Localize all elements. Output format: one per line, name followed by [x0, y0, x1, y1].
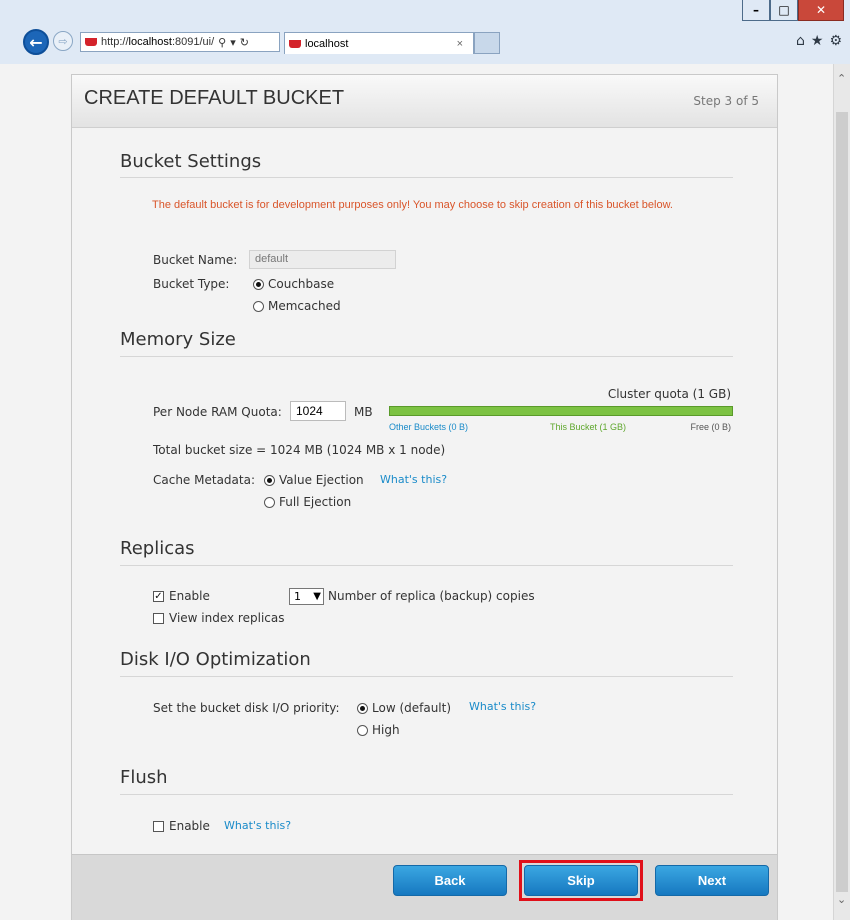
url-text[interactable]: http://localhost:8091/ui/ — [101, 36, 214, 48]
io-high-radio[interactable] — [357, 725, 368, 736]
browser-tools: ⌂ ★ ⚙ — [796, 33, 842, 49]
search-icon[interactable]: ⚲ — [218, 36, 226, 49]
scroll-down-icon[interactable]: ⌄ — [837, 893, 846, 906]
full-ejection-label[interactable]: Full Ejection — [279, 495, 351, 509]
disk-io-help-link[interactable]: What's this? — [469, 700, 536, 713]
couchbase-radio[interactable] — [253, 279, 264, 290]
dialog-header: CREATE DEFAULT BUCKET Step 3 of 5 — [72, 75, 777, 128]
value-ejection-label[interactable]: Value Ejection — [279, 473, 364, 487]
dialog-title: CREATE DEFAULT BUCKET — [84, 87, 345, 109]
full-ejection-radio[interactable] — [264, 497, 275, 508]
url-prefix: http:// — [101, 36, 129, 48]
minimize-button[interactable]: – — [742, 0, 770, 21]
ram-quota-label: Per Node RAM Quota: — [153, 405, 282, 419]
browser-chrome: – □ ✕ ← ⇨ http://localhost:8091/ui/ ⚲ ▾ … — [0, 0, 850, 64]
section-title-bucket-settings: Bucket Settings — [120, 151, 262, 172]
bucket-name-field[interactable]: default — [249, 250, 396, 269]
replicas-enable-label[interactable]: Enable — [169, 589, 210, 603]
memcached-radio[interactable] — [253, 301, 264, 312]
io-high-label[interactable]: High — [372, 723, 400, 737]
other-buckets-legend: Other Buckets (0 B) — [389, 422, 469, 432]
section-title-disk-io: Disk I/O Optimization — [120, 649, 311, 670]
this-bucket-legend: This Bucket (1 GB) — [550, 422, 627, 432]
back-button[interactable]: Back — [393, 865, 507, 896]
replica-count-select[interactable]: 1 ▼ — [289, 588, 324, 605]
chevron-down-icon[interactable]: ▾ — [230, 36, 236, 49]
section-divider — [120, 794, 733, 795]
memory-quota-bar — [389, 406, 733, 416]
favorites-icon[interactable]: ★ — [811, 33, 824, 49]
bucket-type-label: Bucket Type: — [153, 277, 230, 291]
back-arrow-icon: ← — [29, 32, 43, 52]
dialog-footer: Back Skip Next — [72, 854, 777, 920]
gear-icon[interactable]: ⚙ — [829, 33, 842, 49]
browser-tab[interactable]: localhost × — [284, 32, 474, 54]
url-host: localhost — [128, 36, 172, 48]
flush-help-link[interactable]: What's this? — [224, 819, 291, 832]
next-button[interactable]: Next — [655, 865, 769, 896]
view-index-replicas-label[interactable]: View index replicas — [169, 611, 284, 625]
refresh-icon[interactable]: ↻ — [240, 36, 249, 49]
step-indicator: Step 3 of 5 — [693, 94, 759, 108]
cache-metadata-help-link[interactable]: What's this? — [380, 473, 447, 486]
forward-button[interactable]: ⇨ — [53, 31, 73, 51]
default-bucket-warning: The default bucket is for development pu… — [152, 199, 673, 211]
chevron-down-icon: ▼ — [313, 591, 321, 602]
flush-enable-label[interactable]: Enable — [169, 819, 210, 833]
cluster-quota-label: Cluster quota (1 GB) — [607, 387, 731, 401]
disk-io-priority-label: Set the bucket disk I/O priority: — [153, 701, 340, 715]
maximize-button[interactable]: □ — [770, 0, 798, 21]
total-bucket-size: Total bucket size = 1024 MB (1024 MB x 1… — [153, 443, 446, 457]
free-memory-legend: Free (0 B) — [690, 422, 731, 432]
section-divider — [120, 356, 733, 357]
ram-unit-label: MB — [354, 405, 373, 419]
view-index-replicas-checkbox[interactable] — [153, 613, 164, 624]
page-viewport: CREATE DEFAULT BUCKET Step 3 of 5 Bucket… — [0, 64, 833, 920]
section-divider — [120, 676, 733, 677]
back-button[interactable]: ← — [23, 29, 49, 55]
scrollbar-thumb[interactable] — [836, 112, 848, 892]
tab-title: localhost — [305, 37, 349, 50]
value-ejection-radio[interactable] — [264, 475, 275, 486]
home-icon[interactable]: ⌂ — [796, 33, 805, 49]
replica-count-label: Number of replica (backup) copies — [328, 589, 535, 603]
couchbase-logo-icon — [85, 38, 97, 46]
section-title-replicas: Replicas — [120, 538, 195, 559]
ram-quota-input[interactable]: 1024 — [290, 401, 346, 421]
address-bar[interactable]: http://localhost:8091/ui/ ⚲ ▾ ↻ — [80, 32, 280, 52]
replicas-enable-checkbox[interactable]: ✓ — [153, 591, 164, 602]
window-controls: – □ ✕ — [742, 0, 844, 21]
memcached-radio-label[interactable]: Memcached — [268, 299, 341, 313]
url-path: :8091/ui/ — [171, 36, 215, 48]
scroll-up-icon[interactable]: ⌃ — [837, 72, 846, 85]
cache-metadata-label: Cache Metadata: — [153, 473, 255, 487]
new-tab-button[interactable] — [474, 32, 500, 54]
create-bucket-dialog: CREATE DEFAULT BUCKET Step 3 of 5 Bucket… — [71, 74, 778, 920]
io-low-label[interactable]: Low (default) — [372, 701, 451, 715]
section-title-flush: Flush — [120, 767, 168, 788]
flush-enable-checkbox[interactable] — [153, 821, 164, 832]
io-low-radio[interactable] — [357, 703, 368, 714]
couchbase-logo-icon — [289, 39, 301, 48]
bucket-name-label: Bucket Name: — [153, 253, 238, 267]
close-tab-icon[interactable]: × — [457, 38, 463, 50]
close-window-button[interactable]: ✕ — [798, 0, 844, 21]
skip-button[interactable]: Skip — [524, 865, 638, 896]
section-divider — [120, 565, 733, 566]
couchbase-radio-label[interactable]: Couchbase — [268, 277, 334, 291]
forward-arrow-icon: ⇨ — [58, 34, 68, 48]
section-title-memory-size: Memory Size — [120, 329, 236, 350]
vertical-scrollbar[interactable]: ⌃ ⌄ — [833, 64, 850, 920]
section-divider — [120, 177, 733, 178]
replica-count-value: 1 — [294, 590, 301, 603]
